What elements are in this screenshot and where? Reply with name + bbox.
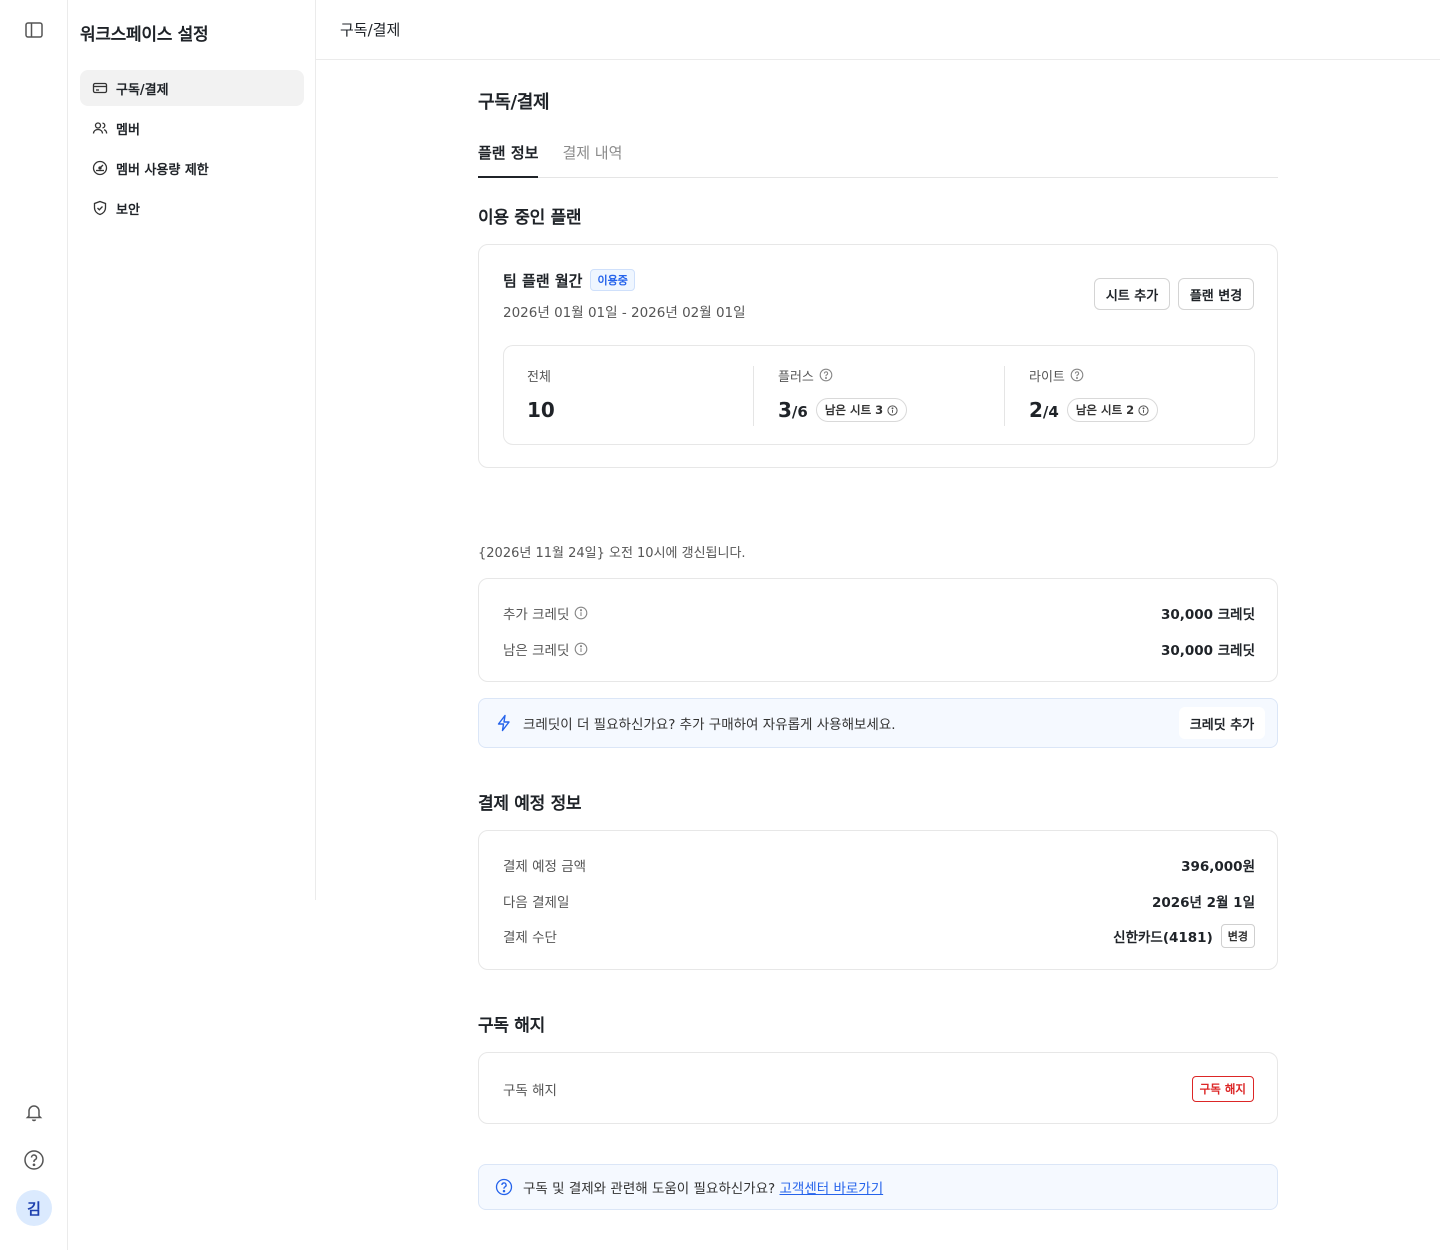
page-title: 구독/결제 [478, 92, 550, 113]
help-bar: 구독 및 결제와 관련해 도움이 필요하신가요? 고객센터 바로가기 [478, 1164, 1278, 1210]
plan-name-text: 팀 플랜 월간 [503, 271, 583, 290]
info-icon[interactable] [574, 642, 588, 656]
seat-plus-remaining: 남은 시트 3 [815, 398, 908, 422]
settings-sidebar: 워크스페이스 설정 구독/결제 멤버 멤버 사용량 제한 보안 [68, 0, 316, 900]
plan-card: 팀 플랜 월간 이용중 2026년 01월 01일 - 2026년 02월 01… [478, 244, 1278, 468]
question-circle-icon [495, 1178, 513, 1196]
sidebar-item-security[interactable]: 보안 [80, 190, 304, 226]
bell-icon[interactable] [18, 1096, 50, 1128]
remaining-credit-row: 남은 크레딧 30,000 크레딧 [503, 639, 1255, 659]
sidebar-item-members[interactable]: 멤버 [80, 110, 304, 146]
billing-amount-value: 396,000원 [1181, 859, 1255, 875]
info-icon[interactable] [574, 606, 588, 620]
tab-payment-history[interactable]: 결제 내역 [562, 140, 622, 178]
seat-total-value: 10 [527, 398, 555, 422]
seat-total-label: 전체 [527, 369, 551, 385]
billing-card: 결제 예정 금액 396,000원 다음 결제일 2026년 2월 1일 결제 … [478, 830, 1278, 970]
extra-credit-row: 추가 크레딧 30,000 크레딧 [503, 603, 1255, 623]
seat-plus-used: 3 [778, 398, 792, 422]
cancel-card: 구독 해지 구독 해지 [478, 1052, 1278, 1124]
add-credit-button[interactable]: 크레딧 추가 [1179, 707, 1265, 739]
seat-plus-total: /6 [791, 403, 808, 421]
sidebar-item-billing[interactable]: 구독/결제 [80, 70, 304, 106]
sidebar-item-usage-limit[interactable]: 멤버 사용량 제한 [80, 150, 304, 186]
current-plan-heading: 이용 중인 플랜 [478, 208, 582, 228]
breadcrumb: 구독/결제 [316, 0, 1440, 60]
sidebar-item-label: 멤버 사용량 제한 [116, 162, 209, 178]
status-badge: 이용중 [590, 269, 635, 291]
sidebar-item-label: 구독/결제 [116, 82, 169, 98]
lightning-icon [497, 714, 510, 732]
seat-lite-remaining: 남은 시트 2 [1066, 398, 1159, 422]
cancel-subscription-button[interactable]: 구독 해지 [1191, 1076, 1254, 1102]
sidebar-nav: 구독/결제 멤버 멤버 사용량 제한 보안 [80, 70, 304, 230]
next-billing-value: 2026년 2월 1일 [1151, 895, 1255, 911]
remaining-credit-value: 30,000 크레딧 [1160, 643, 1255, 659]
avatar[interactable]: 김 [16, 1190, 52, 1226]
cancel-heading: 구독 해지 [478, 1016, 545, 1036]
sidebar-title: 워크스페이스 설정 [80, 25, 209, 45]
seat-summary: 전체 10 플러스 3/6 남은 시트 3 라이트 2/4 남은 시트 2 [503, 345, 1255, 445]
plan-period: 2026년 01월 01일 - 2026년 02월 01일 [503, 305, 746, 321]
cancel-row: 구독 해지 [503, 1079, 557, 1099]
plan-name: 팀 플랜 월간 이용중 [503, 269, 635, 291]
tab-plan-info[interactable]: 플랜 정보 [478, 140, 539, 178]
help-text: 구독 및 결제와 관련해 도움이 필요하신가요? [523, 1181, 776, 1197]
sidebar-toggle-icon[interactable] [18, 14, 50, 46]
tab-bar: 플랜 정보 결제 내역 [478, 140, 1278, 178]
seat-plus-label: 플러스 [778, 369, 814, 385]
next-billing-row: 다음 결제일 2026년 2월 1일 [503, 891, 1255, 911]
remaining-credit-label: 남은 크레딧 [503, 643, 570, 659]
extra-credit-label: 추가 크레딧 [503, 607, 570, 623]
gauge-icon [92, 160, 108, 176]
payment-method-label: 결제 수단 [503, 930, 557, 946]
icon-rail: 김 [0, 0, 68, 1250]
question-circle-icon[interactable] [819, 368, 833, 382]
add-seat-button[interactable]: 시트 추가 [1094, 278, 1170, 310]
credit-card-icon [92, 82, 108, 94]
billing-amount-row: 결제 예정 금액 396,000원 [503, 855, 1255, 875]
seat-total: 전체 10 [527, 366, 555, 426]
payment-method-value: 신한카드(4181) [1113, 930, 1213, 946]
info-icon [887, 404, 898, 416]
cancel-label: 구독 해지 [503, 1083, 557, 1099]
help-icon[interactable] [18, 1144, 50, 1176]
seat-lite-label: 라이트 [1029, 369, 1065, 385]
credit-refresh-text: {2026년 11월 24일} 오전 10시에 갱신됩니다. [478, 546, 746, 561]
seat-lite-total: /4 [1042, 403, 1059, 421]
billing-heading: 결제 예정 정보 [478, 794, 582, 814]
extra-credit-value: 30,000 크레딧 [1160, 607, 1255, 623]
info-icon [1138, 404, 1149, 416]
seat-lite: 라이트 2/4 남은 시트 2 [1029, 366, 1159, 426]
seat-lite-used: 2 [1029, 398, 1043, 422]
divider [753, 366, 754, 426]
help-center-link[interactable]: 고객센터 바로가기 [779, 1181, 883, 1197]
seat-plus-remaining-text: 남은 시트 3 [824, 403, 884, 417]
credit-promo-text: 크레딧이 더 필요하신가요? 추가 구매하여 자유롭게 사용해보세요. [523, 717, 896, 733]
billing-amount-label: 결제 예정 금액 [503, 859, 587, 875]
payment-method-row: 결제 수단 신한카드(4181) 변경 [503, 924, 1255, 948]
credit-promo-bar: 크레딧이 더 필요하신가요? 추가 구매하여 자유롭게 사용해보세요. 크레딧 … [478, 698, 1278, 748]
sidebar-item-label: 멤버 [116, 122, 140, 138]
divider [1004, 366, 1005, 426]
change-payment-button[interactable]: 변경 [1220, 924, 1255, 948]
next-billing-label: 다음 결제일 [503, 895, 570, 911]
question-circle-icon[interactable] [1070, 368, 1084, 382]
credit-card: 추가 크레딧 30,000 크레딧 남은 크레딧 30,000 크레딧 [478, 578, 1278, 682]
change-plan-button[interactable]: 플랜 변경 [1178, 278, 1254, 310]
users-icon [92, 122, 108, 134]
seat-plus: 플러스 3/6 남은 시트 3 [778, 366, 908, 426]
sidebar-item-label: 보안 [116, 202, 140, 218]
shield-icon [93, 200, 107, 216]
seat-lite-remaining-text: 남은 시트 2 [1075, 403, 1135, 417]
